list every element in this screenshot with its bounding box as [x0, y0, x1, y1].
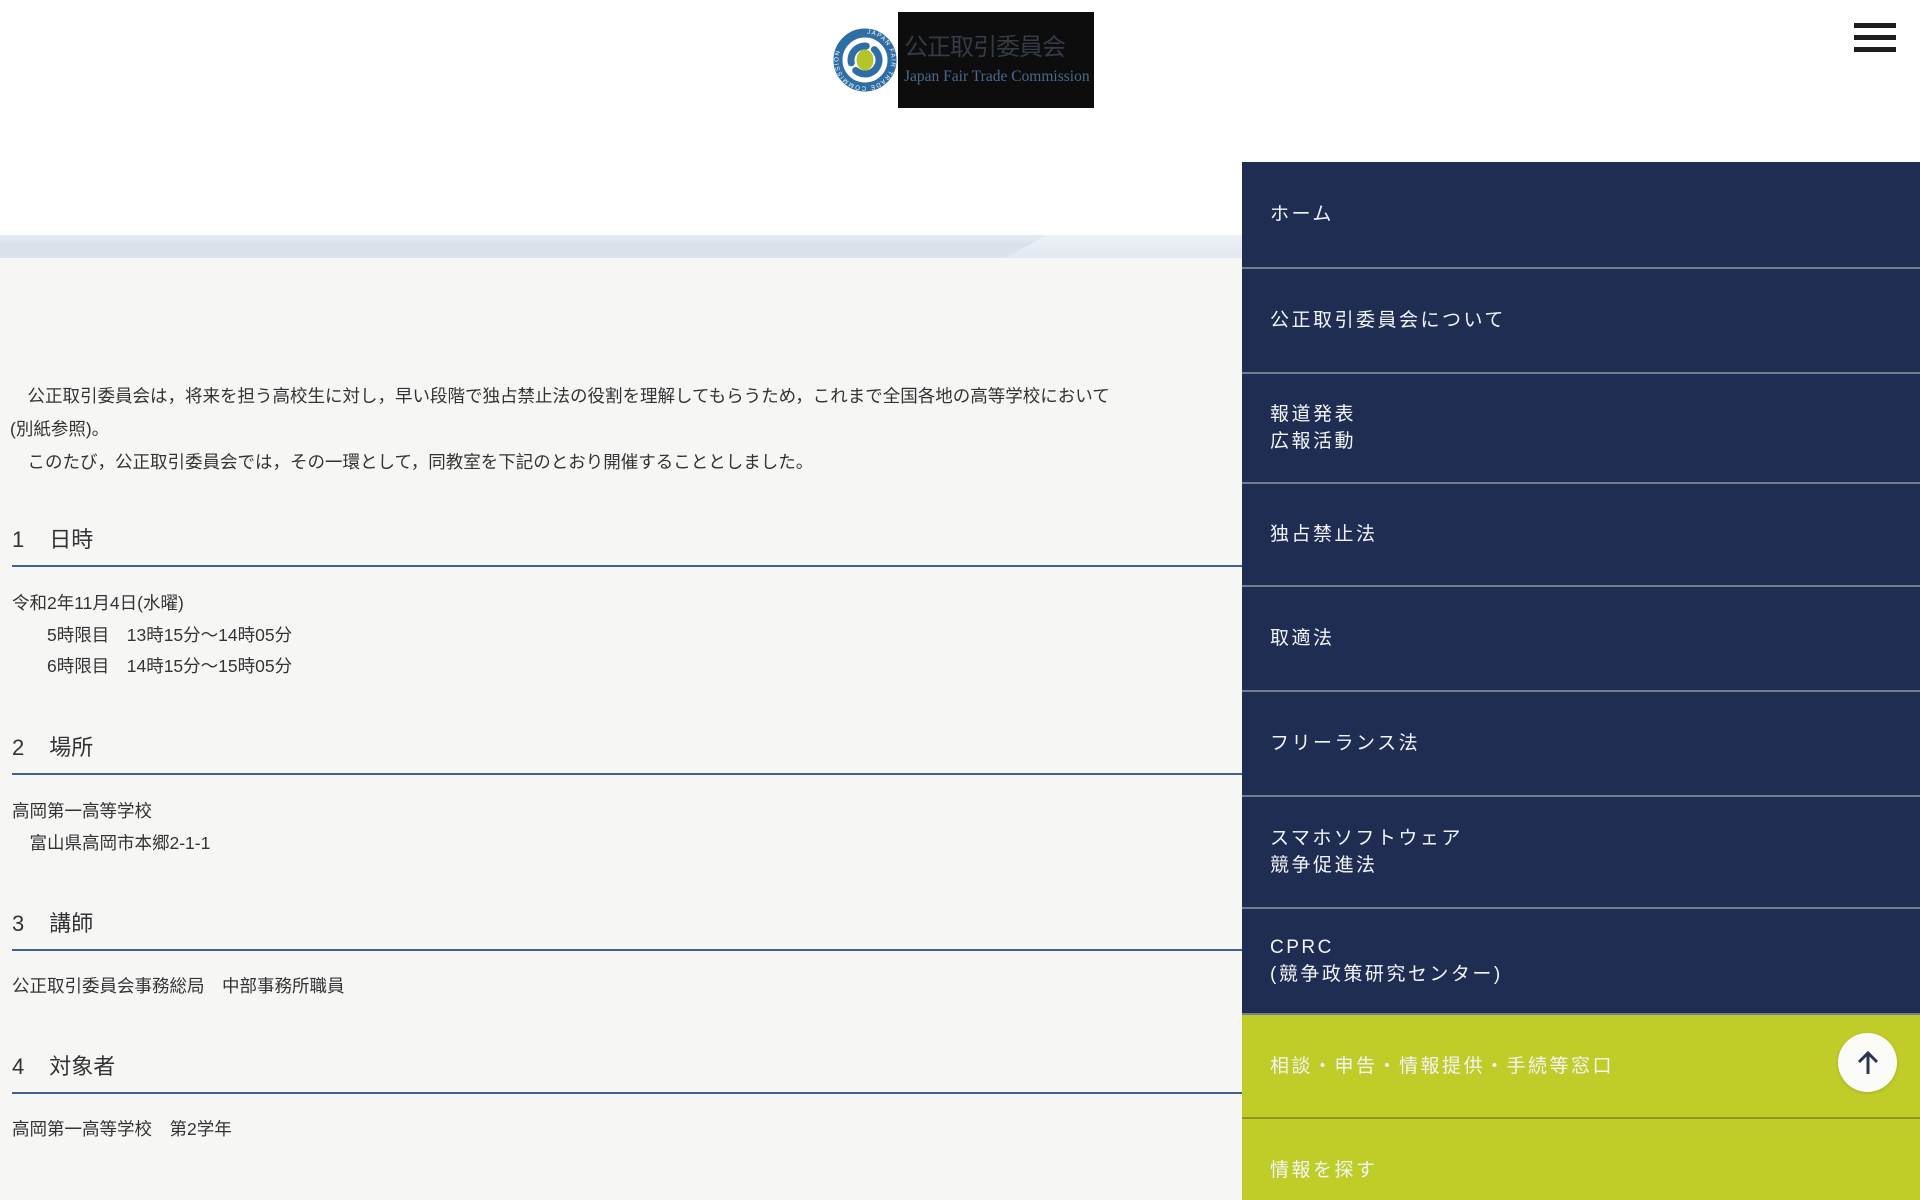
nav-item-label: 取適法: [1270, 628, 1335, 649]
body-line: 令和2年11月4日(水曜): [12, 593, 184, 613]
nav-item-antimonopoly-act[interactable]: 独占禁止法: [1242, 482, 1920, 585]
section-title: 講師: [49, 911, 94, 936]
section-body-lecturer: 公正取引委員会事務総局 中部事務所職員: [12, 971, 345, 1003]
jftc-page: JAPAN FAIR TRADE COMMISSION 公正取引委員会 Japa…: [0, 0, 1920, 1200]
section-title: 場所: [49, 735, 94, 760]
section-title: 対象者: [49, 1054, 116, 1079]
nav-item-freelance-act[interactable]: フリーランス法: [1242, 690, 1920, 795]
hamburger-bar: [1854, 35, 1896, 40]
intro-line: このたび，公正取引委員会では，その一環として，同教室を下記のとおり開催することと…: [10, 452, 814, 472]
jftc-emblem-icon: JAPAN FAIR TRADE COMMISSION: [833, 28, 897, 92]
section-number: 1: [12, 527, 25, 552]
section-title: 日時: [49, 527, 94, 552]
body-line: 高岡第一高等学校: [12, 801, 152, 821]
jftc-emblem-panel: JAPAN FAIR TRADE COMMISSION: [832, 12, 898, 108]
nav-drawer: ホーム 公正取引委員会について 報道発表 広報活動 独占禁止法 取適法 フリーラ…: [1242, 162, 1920, 1200]
nav-item-label: 公正取引委員会について: [1270, 310, 1506, 331]
hamburger-icon[interactable]: [1854, 23, 1896, 52]
section-number: 3: [12, 911, 25, 936]
nav-item-label: 競争促進法: [1270, 855, 1378, 876]
hamburger-bar: [1854, 47, 1896, 52]
section-body-datetime: 令和2年11月4日(水曜) 5時限目 13時15分～14時05分 6時限目 14…: [12, 588, 292, 683]
logo-subtitle-en: Japan Fair Trade Commission: [904, 67, 1090, 85]
body-line: 5時限目 13時15分～14時05分: [12, 624, 293, 645]
nav-item-label: 相談・申告・情報提供・手続等窓口: [1270, 1055, 1615, 1077]
section-body-place: 高岡第一高等学校 富山県高岡市本郷2-1-1: [12, 796, 210, 859]
hamburger-bar: [1854, 23, 1896, 28]
body-line: 富山県高岡市本郷2-1-1: [12, 832, 211, 853]
nav-item-label: 情報を探す: [1270, 1159, 1378, 1181]
section-body-audience: 高岡第一高等学校 第2学年: [12, 1114, 232, 1146]
nav-item-label: CPRC: [1270, 937, 1334, 958]
nav-item-cprc[interactable]: CPRC (競争政策研究センター): [1242, 907, 1920, 1013]
intro-paragraph: 公正取引委員会は，将来を担う高校生に対し，早い段階で独占禁止法の役割を理解しても…: [10, 380, 1110, 479]
nav-item-label: ホーム: [1270, 204, 1334, 225]
intro-line: 公正取引委員会は，将来を担う高校生に対し，早い段階で独占禁止法の役割を理解しても…: [10, 386, 1110, 406]
nav-item-press-pr[interactable]: 報道発表 広報活動: [1242, 372, 1920, 482]
nav-item-label: スマホソフトウェア: [1270, 828, 1463, 849]
nav-item-label: フリーランス法: [1270, 733, 1421, 754]
nav-item-label: 報道発表: [1270, 404, 1357, 425]
body-line: 公正取引委員会事務総局 中部事務所職員: [12, 976, 345, 996]
nav-item-home[interactable]: ホーム: [1242, 162, 1920, 267]
nav-item-label: (競争政策研究センター): [1270, 964, 1503, 985]
nav-item-smartphone-software-act[interactable]: スマホソフトウェア 競争促進法: [1242, 795, 1920, 907]
nav-item-subcontract-act[interactable]: 取適法: [1242, 585, 1920, 690]
section-number: 4: [12, 1054, 25, 1079]
nav-item-consultation-window[interactable]: 相談・申告・情報提供・手続等窓口: [1242, 1013, 1920, 1117]
body-line: 高岡第一高等学校 第2学年: [12, 1119, 232, 1139]
body-line: 6時限目 14時15分～15時05分: [12, 656, 293, 676]
scroll-to-top-button[interactable]: [1838, 1033, 1897, 1092]
intro-line: (別紙参照)。: [10, 419, 110, 439]
nav-item-label: 広報活動: [1270, 431, 1357, 452]
nav-item-label: 独占禁止法: [1270, 524, 1378, 545]
section-number: 2: [12, 735, 25, 760]
nav-item-about-jftc[interactable]: 公正取引委員会について: [1242, 267, 1920, 372]
logo-text-panel: 公正取引委員会 Japan Fair Trade Commission: [898, 12, 1094, 108]
logo-title-jp: 公正取引委員会: [904, 34, 1066, 62]
arrow-up-icon: [1857, 1050, 1878, 1074]
site-logo[interactable]: JAPAN FAIR TRADE COMMISSION 公正取引委員会 Japa…: [832, 12, 1094, 108]
nav-item-find-information[interactable]: 情報を探す: [1242, 1117, 1920, 1200]
